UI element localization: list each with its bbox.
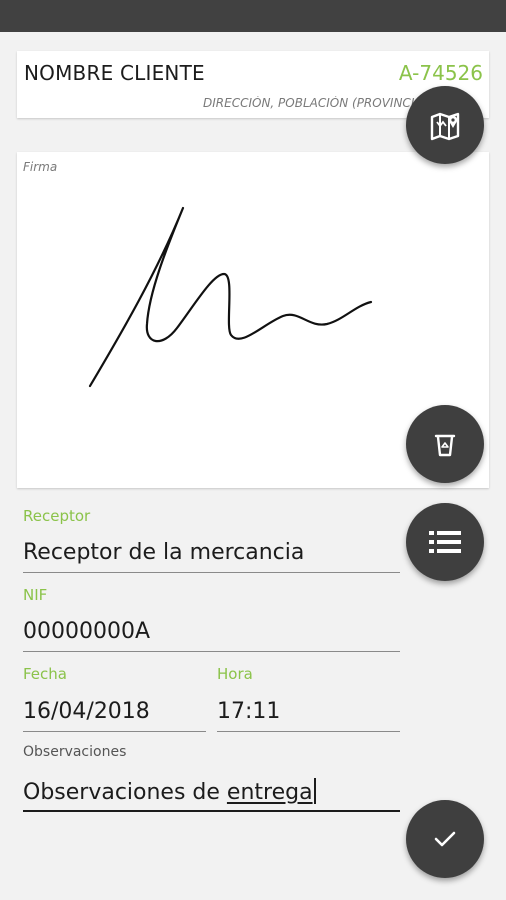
nif-label: NIF (23, 586, 48, 604)
client-address: DIRECCIÓN, POBLACIÓN (PROVINCIA) (203, 96, 418, 110)
hora-label: Hora (217, 665, 253, 683)
check-icon (431, 825, 459, 853)
fecha-underline (23, 731, 206, 732)
text-cursor (313, 778, 316, 804)
client-name: NOMBRE CLIENTE (24, 61, 205, 85)
client-code: A-74526 (398, 61, 483, 85)
receptor-label: Receptor (23, 507, 91, 525)
nif-input[interactable]: 00000000A (23, 619, 150, 644)
observaciones-text: Observaciones de (23, 780, 227, 805)
fecha-label: Fecha (23, 665, 67, 683)
observaciones-label: Observaciones (23, 744, 127, 760)
observaciones-underline (23, 810, 400, 812)
map-icon (428, 108, 462, 142)
map-button[interactable] (406, 86, 484, 164)
list-icon (427, 527, 463, 557)
fecha-input[interactable]: 16/04/2018 (23, 699, 150, 724)
observaciones-input[interactable]: Observaciones de entrega (23, 778, 316, 805)
observaciones-text-underlined: entrega (226, 780, 313, 805)
clear-signature-button[interactable] (406, 405, 484, 483)
hora-underline (217, 731, 400, 732)
receptor-input[interactable]: Receptor de la mercancia (23, 540, 304, 565)
nif-underline (23, 651, 400, 652)
status-bar (0, 0, 506, 32)
confirm-button[interactable] (406, 800, 484, 878)
receptor-underline (23, 572, 400, 573)
trash-icon (430, 429, 460, 459)
list-button[interactable] (406, 503, 484, 581)
hora-input[interactable]: 17:11 (217, 699, 280, 724)
